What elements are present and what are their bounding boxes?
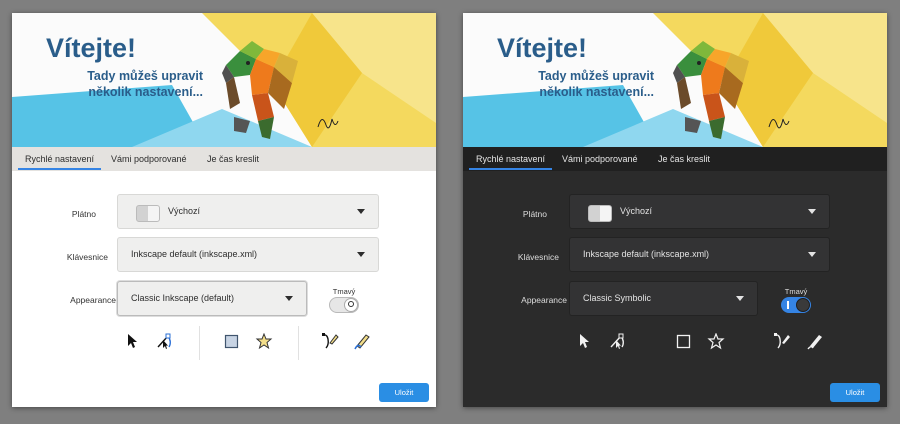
welcome-banner: Vítejte! Tady můžeš upravit několik nast… <box>12 13 436 147</box>
canvas-dropdown-value: Výchozí <box>168 206 201 216</box>
save-button[interactable]: Uložit <box>830 383 880 402</box>
bezier-pen-tool-icon[interactable] <box>773 332 791 350</box>
welcome-title: Vítejte! <box>497 33 588 63</box>
dark-toggle-label: Tmavý <box>332 287 356 296</box>
toolbar-separator <box>199 326 200 360</box>
chevron-down-icon <box>808 209 816 214</box>
chevron-down-icon <box>357 252 365 257</box>
welcome-subtitle: Tady můžeš upravit několik nastavení... <box>87 69 203 99</box>
tab-time-to-draw[interactable]: Je čas kreslit <box>200 147 266 171</box>
node-tool-icon[interactable] <box>609 333 627 349</box>
rectangle-tool-icon[interactable] <box>224 334 239 349</box>
tab-quick-setup[interactable]: Rychlé nastavení <box>469 147 553 171</box>
chevron-down-icon <box>808 252 816 257</box>
keyboard-dropdown[interactable]: Inkscape default (inkscape.xml) <box>117 237 379 272</box>
tab-supported-by-you[interactable]: Vámi podporované <box>104 147 194 171</box>
canvas-preview-swatch <box>136 205 160 222</box>
canvas-dropdown[interactable]: Výchozí <box>117 194 379 229</box>
save-button[interactable]: Uložit <box>379 383 429 402</box>
toolbar-separator <box>298 326 299 360</box>
chevron-down-icon <box>736 296 744 301</box>
star-tool-icon[interactable] <box>707 333 725 350</box>
welcome-banner: Vítejte! Tady můžeš upravit několik nast… <box>463 13 887 147</box>
select-tool-icon[interactable] <box>577 333 591 349</box>
appearance-dropdown[interactable]: Classic Symbolic <box>569 281 758 316</box>
canvas-preview-swatch <box>588 205 612 222</box>
canvas-label: Plátno <box>71 209 96 219</box>
canvas-dropdown-value: Výchozí <box>620 206 653 216</box>
keyboard-label: Klávesnice <box>517 252 559 262</box>
appearance-label: Appearance <box>521 295 567 305</box>
toggle-knob <box>796 298 810 312</box>
welcome-dialog-light: Vítejte! Tady můžeš upravit několik nast… <box>12 13 436 407</box>
toggle-off-indicator <box>348 301 354 307</box>
dark-mode-toggle[interactable] <box>329 297 359 313</box>
welcome-subtitle: Tady můžeš upravit několik nastavení... <box>538 69 654 99</box>
chevron-down-icon <box>285 296 293 301</box>
welcome-title: Vítejte! <box>46 33 137 63</box>
tab-bar: Rychlé nastavení Vámi podporované Je čas… <box>12 147 436 171</box>
keyboard-dropdown[interactable]: Inkscape default (inkscape.xml) <box>569 237 830 272</box>
rectangle-tool-icon[interactable] <box>676 334 691 349</box>
canvas-label: Plátno <box>522 209 547 219</box>
calligraphy-tool-icon[interactable] <box>353 332 371 350</box>
appearance-dropdown-value: Classic Inkscape (default) <box>131 293 235 303</box>
star-tool-icon[interactable] <box>255 333 273 350</box>
tab-bar: Rychlé nastavení Vámi podporované Je čas… <box>463 147 887 171</box>
keyboard-label: Klávesnice <box>66 252 108 262</box>
tab-supported-by-you[interactable]: Vámi podporované <box>555 147 645 171</box>
dark-mode-toggle[interactable] <box>781 297 811 313</box>
chevron-down-icon <box>357 209 365 214</box>
node-tool-icon[interactable] <box>156 333 174 349</box>
select-tool-icon[interactable] <box>125 333 139 349</box>
appearance-dropdown-value: Classic Symbolic <box>583 293 652 303</box>
keyboard-dropdown-value: Inkscape default (inkscape.xml) <box>131 249 258 259</box>
bezier-pen-tool-icon[interactable] <box>321 332 339 350</box>
keyboard-dropdown-value: Inkscape default (inkscape.xml) <box>583 249 710 259</box>
appearance-dropdown[interactable]: Classic Inkscape (default) <box>117 281 307 316</box>
toggle-on-indicator <box>787 301 789 309</box>
calligraphy-tool-icon[interactable] <box>806 332 824 350</box>
dark-toggle-label: Tmavý <box>784 287 808 296</box>
welcome-dialog-dark: Vítejte! Tady můžeš upravit několik nast… <box>463 13 887 407</box>
tab-quick-setup[interactable]: Rychlé nastavení <box>18 147 102 171</box>
tab-time-to-draw[interactable]: Je čas kreslit <box>651 147 717 171</box>
appearance-label: Appearance <box>70 295 116 305</box>
canvas-dropdown[interactable]: Výchozí <box>569 194 830 229</box>
